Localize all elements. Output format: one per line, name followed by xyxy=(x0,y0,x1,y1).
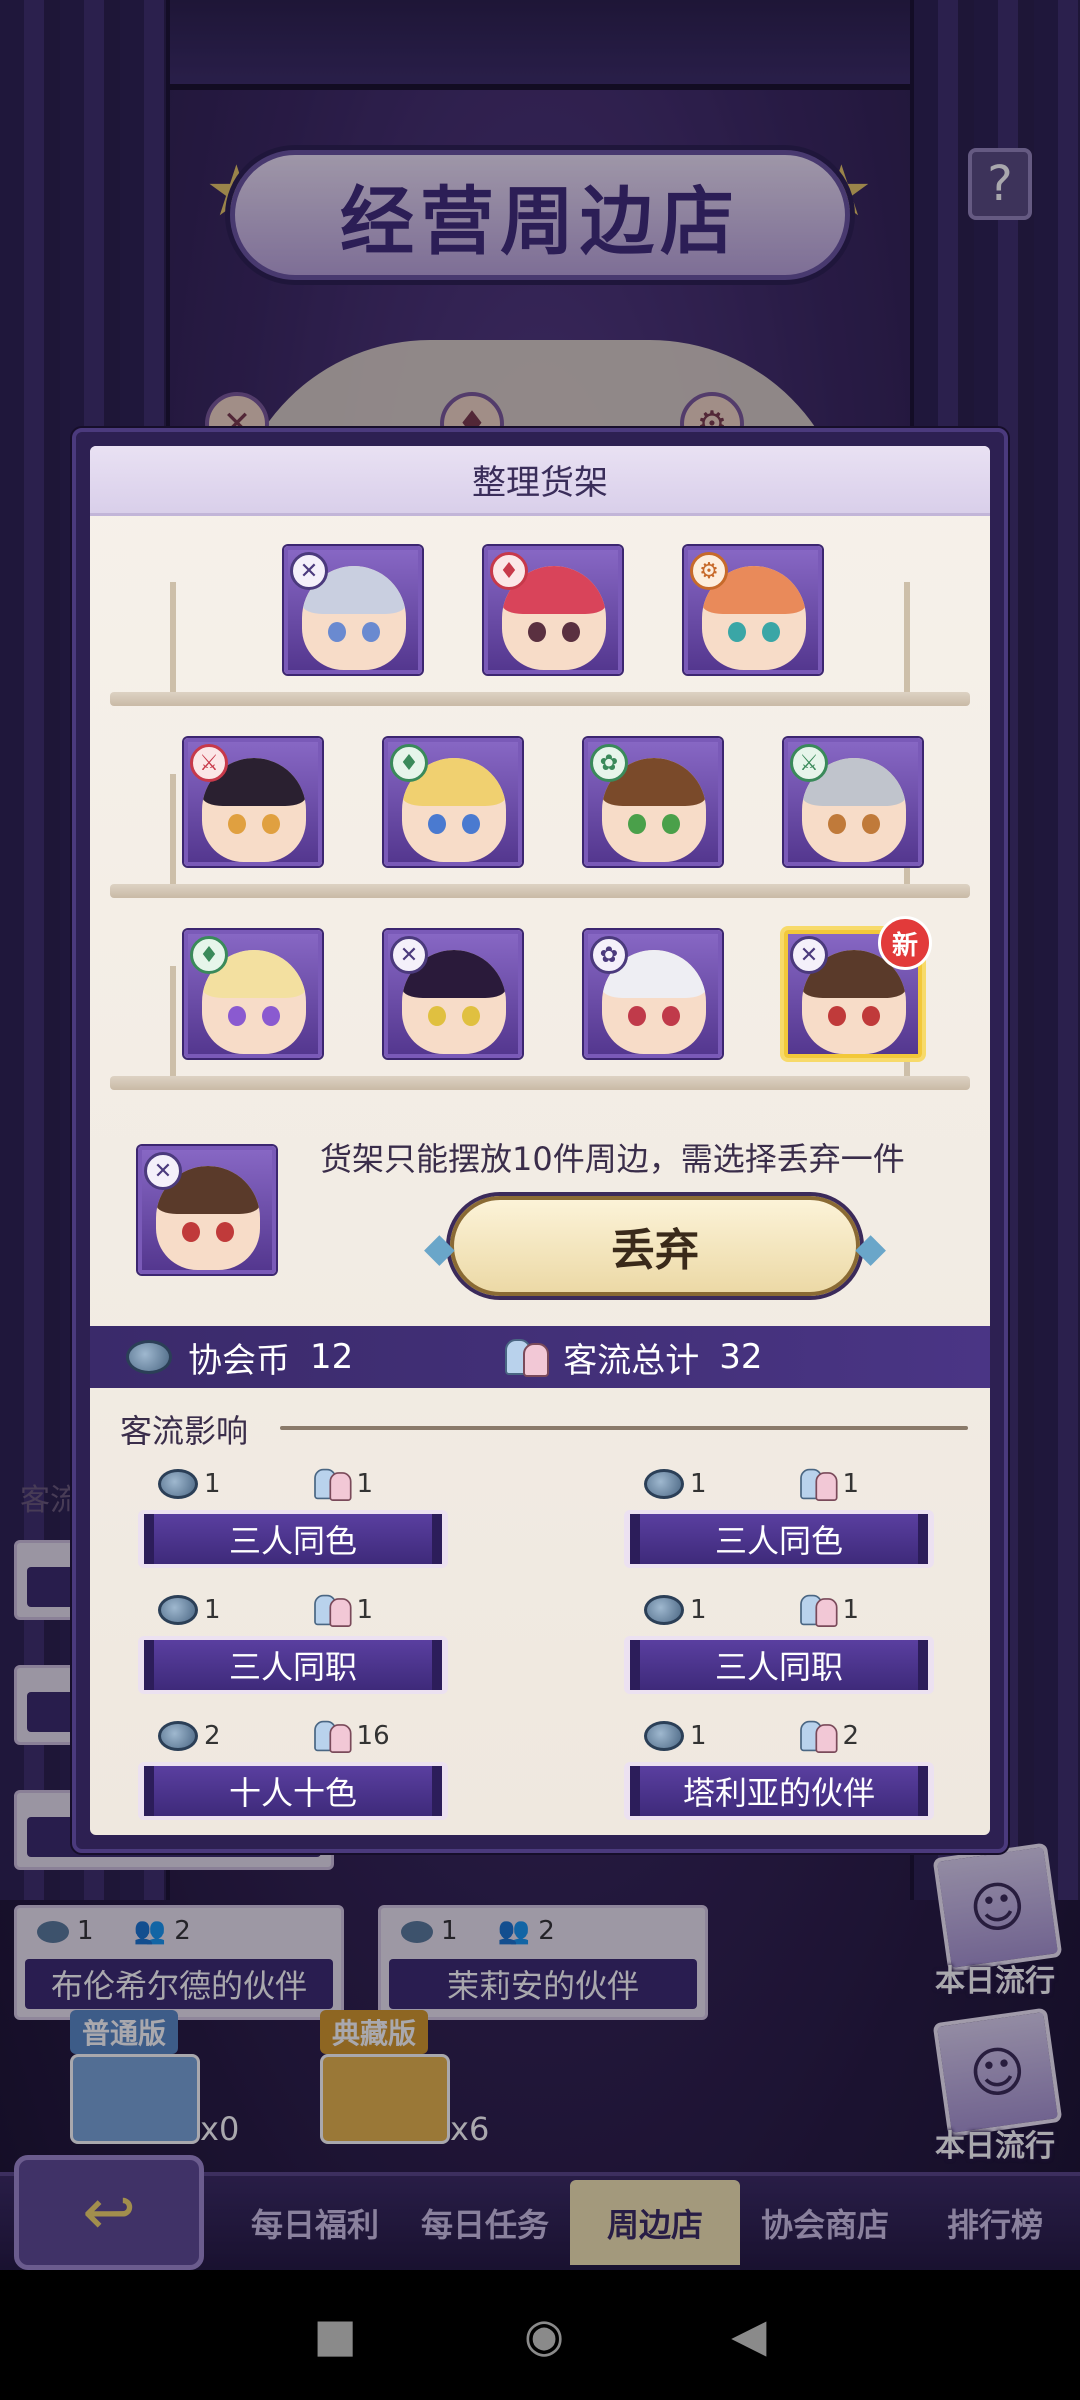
class-icon: ♦ xyxy=(190,936,228,974)
new-merch-item[interactable]: ✕ 新 xyxy=(784,916,932,1058)
traffic-icon xyxy=(312,1720,352,1754)
class-icon: ✕ xyxy=(390,936,428,974)
merch-item[interactable]: ✕ xyxy=(384,930,522,1058)
traffic-icon xyxy=(503,1339,550,1377)
coin-icon xyxy=(158,1469,198,1499)
shelf-row: ✕ ♦ ⚙ xyxy=(110,546,970,706)
merch-item[interactable]: ✕ xyxy=(284,546,422,674)
new-badge: 新 xyxy=(878,916,932,970)
traffic-effect: 11 三人同色 xyxy=(624,1464,934,1568)
traffic-effect: 11 三人同职 xyxy=(138,1590,448,1694)
section-title: 客流影响 xyxy=(120,1412,249,1450)
merch-item[interactable]: ⚔ xyxy=(184,738,322,866)
coin-icon xyxy=(644,1469,684,1499)
traffic-icon xyxy=(798,1720,838,1754)
recents-icon[interactable]: ■ xyxy=(314,2308,357,2362)
coin-value: 12 xyxy=(310,1337,354,1377)
traffic-effect: 2 16 十人十色 xyxy=(138,1716,448,1820)
class-icon: ♦ xyxy=(490,552,528,590)
divider xyxy=(280,1426,968,1430)
shelf-row: ♦ ✕ ✿ ✕ 新 xyxy=(110,916,970,1090)
merch-item[interactable]: ⚙ xyxy=(684,546,822,674)
class-icon: ✕ xyxy=(290,552,328,590)
merch-item[interactable]: ♦ xyxy=(384,738,522,866)
organize-shelf-dialog: 整理货架 ✕ ♦ ⚙ ⚔ ♦ ✿ ⚔ ♦ ✕ ✿ ✕ 新 ✕ 货架只能摆放10件… xyxy=(72,428,1008,1853)
traffic-effect: 11 三人同职 xyxy=(624,1590,934,1694)
dialog-title: 整理货架 xyxy=(90,446,990,516)
traffic-label: 客流总计 xyxy=(563,1340,700,1381)
traffic-icon xyxy=(798,1468,838,1502)
traffic-value: 32 xyxy=(719,1337,763,1377)
back-icon[interactable]: ◀ xyxy=(731,2308,766,2362)
class-icon: ✕ xyxy=(144,1152,182,1190)
merch-item[interactable]: ✿ xyxy=(584,738,722,866)
coin-icon xyxy=(644,1721,684,1751)
system-nav-bar: ■ ◉ ◀ xyxy=(0,2270,1080,2400)
class-icon: ♦ xyxy=(390,744,428,782)
class-icon: ✕ xyxy=(790,936,828,974)
coin-icon xyxy=(158,1721,198,1751)
class-icon: ⚔ xyxy=(790,744,828,782)
stats-bar: 协会币 12 客流总计 32 xyxy=(90,1326,990,1388)
merch-item[interactable]: ✿ xyxy=(584,930,722,1058)
merch-item[interactable]: ♦ xyxy=(184,930,322,1058)
class-icon: ⚔ xyxy=(190,744,228,782)
shelf-limit-notice: 货架只能摆放10件周边，需选择丢弃一件 xyxy=(320,1140,905,1178)
shelf-row: ⚔ ♦ ✿ ⚔ xyxy=(110,738,970,898)
discard-button[interactable]: 丢弃 xyxy=(424,1196,886,1296)
coin-icon xyxy=(158,1595,198,1625)
selected-merch-item[interactable]: ✕ xyxy=(138,1146,276,1274)
coin-label: 协会币 xyxy=(188,1340,290,1381)
traffic-effect: 11 三人同色 xyxy=(138,1464,448,1568)
class-icon: ✿ xyxy=(590,744,628,782)
traffic-icon xyxy=(312,1468,352,1502)
class-icon: ⚙ xyxy=(690,552,728,590)
merch-item[interactable]: ♦ xyxy=(484,546,622,674)
traffic-icon xyxy=(312,1594,352,1628)
traffic-icon xyxy=(798,1594,838,1628)
home-icon[interactable]: ◉ xyxy=(524,2308,564,2362)
class-icon: ✿ xyxy=(590,936,628,974)
coin-icon xyxy=(126,1340,172,1374)
merch-item[interactable]: ⚔ xyxy=(784,738,922,866)
coin-icon xyxy=(644,1595,684,1625)
traffic-effect: 12 塔利亚的伙伴 xyxy=(624,1716,934,1820)
